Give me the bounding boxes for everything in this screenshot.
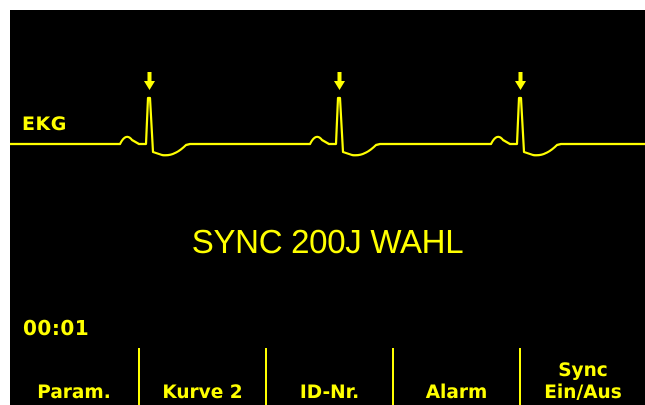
ecg-trace	[10, 96, 645, 157]
sync-marker-arrow-icon	[334, 72, 345, 90]
softkey-label-line1: Sync	[558, 360, 608, 381]
lead-label: EKG	[22, 113, 67, 135]
softkey-label-line2: Ein/Aus	[544, 382, 622, 403]
ecg-trace-line	[10, 96, 645, 157]
softkey-param[interactable]: Param.	[10, 347, 138, 405]
softkey-label: Param.	[37, 382, 111, 403]
softkey-label: Alarm	[425, 382, 488, 403]
sync-marker-arrow-icon	[515, 72, 526, 90]
softkey-label: Kurve 2	[162, 382, 243, 403]
elapsed-timer: 00:01	[23, 316, 90, 340]
ecg-waveform-area	[10, 72, 645, 157]
softkey-id-nr[interactable]: ID-Nr.	[267, 347, 392, 405]
sync-markers	[144, 72, 526, 90]
sync-marker-arrow-icon	[144, 72, 155, 90]
monitor-screen: EKG SYNC 200J WAHL 00:01 Param. Kurve 2 …	[10, 10, 645, 405]
softkey-label: ID-Nr.	[299, 382, 360, 403]
softkey-alarm[interactable]: Alarm	[394, 347, 519, 405]
status-message: SYNC 200J WAHL	[191, 223, 464, 260]
softkey-sync-toggle[interactable]: Sync Ein/Aus	[521, 347, 645, 405]
softkey-kurve-2[interactable]: Kurve 2	[140, 347, 265, 405]
